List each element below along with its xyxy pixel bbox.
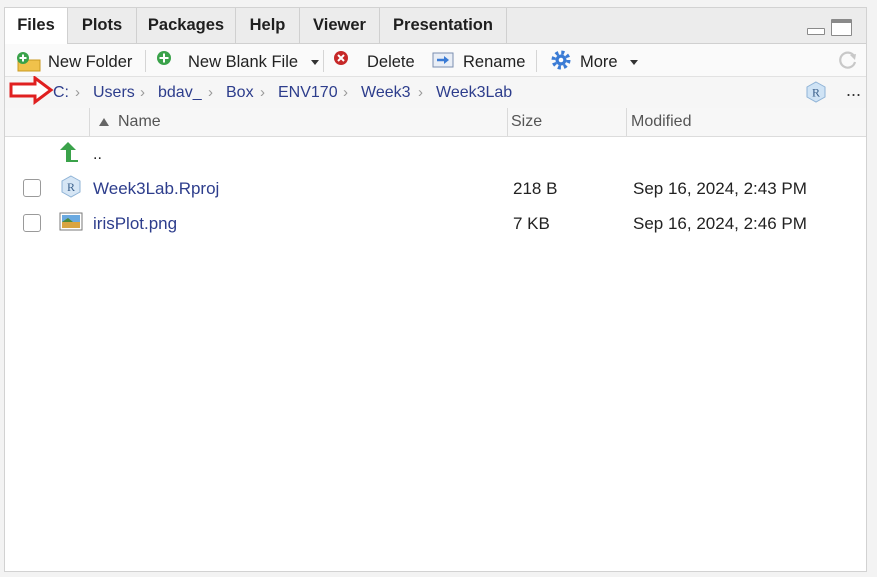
file-link[interactable]: irisPlot.png (93, 207, 177, 241)
up-arrow-icon (60, 142, 78, 162)
chevron-right-icon: › (140, 84, 145, 101)
rename-label: Rename (463, 53, 526, 71)
toolbar-divider (323, 50, 324, 72)
breadcrumb-item-c[interactable]: C: (53, 77, 69, 108)
column-header-modified[interactable]: Modified (631, 108, 691, 136)
chevron-right-icon: › (75, 84, 80, 101)
file-list-header: Name Size Modified (5, 108, 866, 137)
rproj-icon: R (61, 175, 81, 198)
tab-presentation[interactable]: Presentation (380, 8, 507, 43)
project-icon[interactable]: R (805, 81, 827, 103)
delete-label: Delete (367, 53, 415, 71)
sort-ascending-icon (99, 118, 109, 126)
new-blank-file-label: New Blank File (188, 53, 299, 71)
chevron-right-icon: › (418, 84, 423, 101)
image-file-icon (59, 212, 83, 231)
toolbar-divider (536, 50, 537, 72)
rename-button[interactable]: Rename (432, 44, 525, 76)
file-modified: Sep 16, 2024, 2:43 PM (633, 179, 807, 198)
svg-text:R: R (812, 86, 820, 100)
file-link[interactable]: Week3Lab.Rproj (93, 172, 219, 206)
files-toolbar: New Folder New Blank File Delete Rename … (5, 44, 866, 77)
new-folder-icon (17, 52, 41, 72)
tab-packages[interactable]: Packages (137, 8, 236, 43)
parent-directory-row[interactable]: .. (5, 138, 866, 172)
breadcrumb: C: › Users › bdav_ › Box › ENV170 › Week… (5, 77, 866, 109)
column-divider (626, 108, 627, 136)
file-modified: Sep 16, 2024, 2:46 PM (633, 214, 807, 233)
row-checkbox[interactable] (23, 214, 41, 232)
file-size: 218 B (513, 179, 558, 198)
chevron-right-icon: › (343, 84, 348, 101)
tab-files[interactable]: Files (5, 8, 68, 44)
breadcrumb-item-week3lab[interactable]: Week3Lab (436, 77, 512, 108)
rename-icon (432, 52, 454, 68)
parent-directory-label[interactable]: .. (93, 138, 102, 172)
add-circle-icon (157, 51, 171, 65)
minimize-icon[interactable] (807, 28, 825, 35)
toolbar-divider (145, 50, 146, 72)
chevron-right-icon: › (208, 84, 213, 101)
column-header-name[interactable]: Name (118, 108, 161, 136)
delete-button[interactable]: Delete (333, 44, 415, 76)
column-divider (507, 108, 508, 136)
annotation-arrow-icon (9, 76, 54, 105)
more-button[interactable]: More (550, 44, 639, 76)
breadcrumb-item-week3[interactable]: Week3 (361, 77, 411, 108)
column-divider (89, 108, 90, 136)
breadcrumb-item-users[interactable]: Users (93, 77, 135, 108)
breadcrumb-item-box[interactable]: Box (226, 77, 254, 108)
more-label: More (580, 53, 618, 71)
new-folder-button[interactable]: New Folder (14, 44, 132, 76)
tab-bar: Files Plots Packages Help Viewer Present… (5, 8, 866, 44)
maximize-icon[interactable] (831, 19, 852, 36)
chevron-down-icon (310, 60, 319, 66)
new-blank-file-button[interactable]: New Blank File (156, 44, 319, 76)
delete-icon (334, 51, 348, 65)
table-row: R Week3Lab.Rproj 218 B Sep 16, 2024, 2:4… (5, 172, 866, 206)
column-header-size[interactable]: Size (511, 108, 542, 136)
new-folder-label: New Folder (48, 53, 133, 71)
breadcrumb-item-env170[interactable]: ENV170 (278, 77, 338, 108)
chevron-right-icon: › (260, 84, 265, 101)
row-checkbox[interactable] (23, 179, 41, 197)
tab-help[interactable]: Help (236, 8, 300, 43)
refresh-icon[interactable] (837, 49, 859, 71)
tab-viewer[interactable]: Viewer (300, 8, 380, 43)
chevron-down-icon (630, 60, 639, 66)
svg-text:R: R (67, 180, 75, 194)
tab-plots[interactable]: Plots (68, 8, 137, 43)
breadcrumb-item-bdav[interactable]: bdav_ (158, 77, 202, 108)
file-size: 7 KB (513, 214, 550, 233)
overflow-menu-button[interactable]: ... (846, 75, 861, 106)
files-pane: Files Plots Packages Help Viewer Present… (4, 7, 867, 572)
gear-icon (551, 50, 571, 70)
table-row: irisPlot.png 7 KB Sep 16, 2024, 2:46 PM (5, 207, 866, 241)
